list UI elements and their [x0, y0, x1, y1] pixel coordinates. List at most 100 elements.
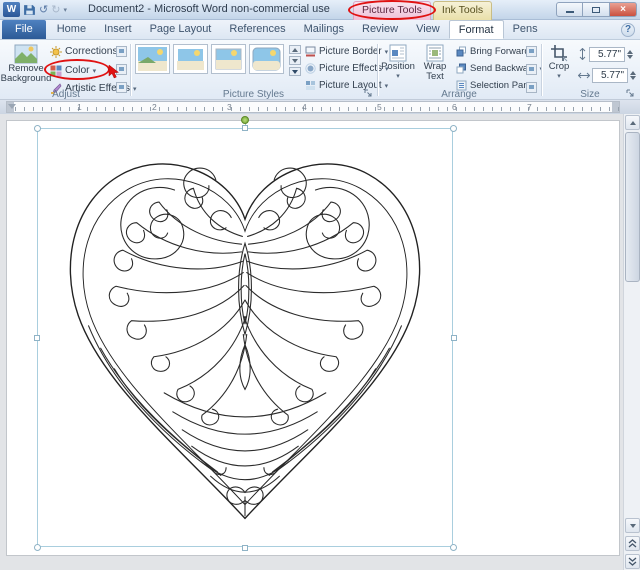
minimize-button[interactable] — [556, 2, 583, 17]
position-label: Position — [381, 61, 415, 72]
close-button[interactable]: × — [610, 2, 637, 17]
remove-background-icon — [14, 44, 38, 64]
picture-border-button[interactable]: Picture Border ▾ — [305, 44, 388, 59]
bring-forward-label: Bring Forward — [470, 46, 530, 57]
selection-handle-right[interactable] — [451, 335, 457, 341]
tab-mailings[interactable]: Mailings — [295, 20, 353, 39]
help-icon[interactable]: ? — [621, 23, 635, 37]
size-group-label: Size — [580, 89, 600, 100]
annotation-arrow-cursor — [108, 64, 120, 79]
title-bar: W ↺ ↻ ▾ Document2 - Microsoft Word non-c… — [0, 0, 640, 20]
ink-tools-header[interactable]: Ink Tools — [432, 1, 493, 20]
color-button[interactable]: Color ▾ — [50, 63, 96, 78]
crop-button[interactable]: Crop ▾ — [544, 42, 574, 88]
wrap-text-label-2: Text — [426, 71, 444, 82]
tab-view[interactable]: View — [407, 20, 449, 39]
align-objects-icon[interactable] — [526, 46, 537, 57]
picture-styles-dialog-launcher-icon[interactable] — [364, 89, 374, 99]
height-step-down-icon[interactable] — [627, 54, 633, 59]
group-objects-icon[interactable] — [526, 64, 537, 75]
remove-background-label-2: Background — [0, 73, 52, 84]
ribbon-tab-row: File Home Insert Page Layout References … — [0, 20, 640, 40]
group-arrange: Position ▾ Wrap Text Bring Forward ▾ — [378, 40, 543, 100]
tab-references[interactable]: References — [220, 20, 294, 39]
width-input[interactable]: 5.77" — [592, 67, 628, 83]
ruler-number: 5 — [377, 102, 382, 112]
word-logo-icon[interactable]: W — [3, 2, 20, 17]
tab-home[interactable]: Home — [48, 20, 95, 39]
selection-handle-bottom-left[interactable] — [34, 544, 41, 551]
send-backward-icon — [456, 63, 466, 74]
selection-handle-top-right[interactable] — [450, 125, 457, 132]
tab-review[interactable]: Review — [353, 20, 407, 39]
document-page[interactable] — [6, 116, 620, 556]
position-button[interactable]: Position ▾ — [380, 42, 416, 88]
corrections-icon — [50, 45, 62, 58]
tab-insert[interactable]: Insert — [95, 20, 141, 39]
selection-handle-bottom[interactable] — [242, 545, 248, 551]
picture-style-thumbnail-2[interactable] — [173, 44, 208, 74]
previous-page-icon[interactable] — [625, 536, 640, 551]
height-icon — [579, 48, 586, 60]
crop-icon — [551, 45, 568, 62]
picture-tools-header[interactable]: Picture Tools — [353, 1, 431, 20]
qat-customize-icon[interactable]: ▾ — [63, 6, 67, 14]
picture-style-thumbnail-4[interactable] — [249, 44, 284, 74]
height-input[interactable]: 5.77" — [589, 46, 625, 62]
ruler-number: 6 — [452, 102, 457, 112]
position-icon — [389, 44, 407, 62]
vertical-scrollbar[interactable] — [623, 114, 640, 570]
quick-access-toolbar: W ↺ ↻ ▾ — [3, 2, 67, 17]
document-area — [0, 114, 640, 570]
ruler-row: 1 2 3 4 5 6 7 — [0, 100, 640, 114]
shape-width-field: 5.77" — [578, 67, 636, 83]
picture-styles-group-label: Picture Styles — [222, 89, 285, 100]
remove-background-button[interactable]: Remove Background — [1, 42, 51, 88]
save-icon[interactable] — [23, 3, 36, 16]
undo-icon[interactable]: ↺ — [39, 3, 48, 17]
selection-handle-bottom-right[interactable] — [450, 544, 457, 551]
picture-border-icon — [305, 46, 316, 57]
size-dialog-launcher-icon[interactable] — [626, 89, 636, 99]
width-icon — [578, 72, 590, 78]
picture-style-thumbnail-1[interactable] — [135, 44, 170, 74]
tab-pens[interactable]: Pens — [504, 20, 547, 39]
width-step-down-icon[interactable] — [630, 75, 636, 80]
picture-style-thumbnail-3[interactable] — [211, 44, 246, 74]
next-page-icon[interactable] — [625, 554, 640, 569]
rotation-handle[interactable] — [241, 116, 249, 124]
tab-format[interactable]: Format — [448, 20, 504, 39]
picture-effects-button[interactable]: Picture Effects ▾ — [305, 61, 389, 76]
color-icon — [50, 65, 62, 76]
wrap-text-button[interactable]: Wrap Text — [418, 42, 452, 88]
tab-file[interactable]: File — [2, 20, 46, 39]
window-controls: × — [556, 2, 637, 17]
color-label: Color — [65, 65, 90, 76]
compress-pictures-icon[interactable] — [116, 46, 127, 57]
scroll-up-icon[interactable] — [625, 115, 640, 130]
scrollbar-thumb[interactable] — [625, 132, 640, 282]
tab-page-layout[interactable]: Page Layout — [141, 20, 221, 39]
height-step-up-icon[interactable] — [627, 49, 633, 54]
selection-handle-top[interactable] — [242, 125, 248, 131]
ruler-number: 7 — [527, 102, 532, 112]
selection-handle-top-left[interactable] — [34, 125, 41, 132]
redo-icon[interactable]: ↻ — [51, 3, 60, 17]
shape-height-field: 5.77" — [578, 46, 633, 62]
chevron-down-icon: ▾ — [396, 73, 400, 80]
styles-more-icon[interactable] — [289, 67, 301, 76]
scroll-down-icon[interactable] — [625, 518, 640, 533]
maximize-button[interactable] — [583, 2, 610, 17]
picture-effects-label: Picture Effects — [319, 63, 382, 74]
corrections-button[interactable]: Corrections ▾ — [50, 44, 124, 59]
group-picture-styles: Picture Border ▾ Picture Effects ▾ Pictu… — [131, 40, 389, 100]
selection-handle-left[interactable] — [34, 335, 40, 341]
width-step-up-icon[interactable] — [630, 70, 636, 75]
wrap-text-icon — [426, 44, 444, 62]
styles-scroll-up-icon[interactable] — [289, 45, 301, 54]
bring-forward-button[interactable]: Bring Forward ▾ — [456, 44, 536, 59]
crop-label: Crop — [548, 61, 570, 72]
ribbon: Remove Background Corrections ▾ Colo — [0, 40, 640, 100]
styles-scroll-down-icon[interactable] — [289, 56, 301, 65]
window-title: Document2 - Microsoft Word non-commercia… — [88, 3, 330, 15]
